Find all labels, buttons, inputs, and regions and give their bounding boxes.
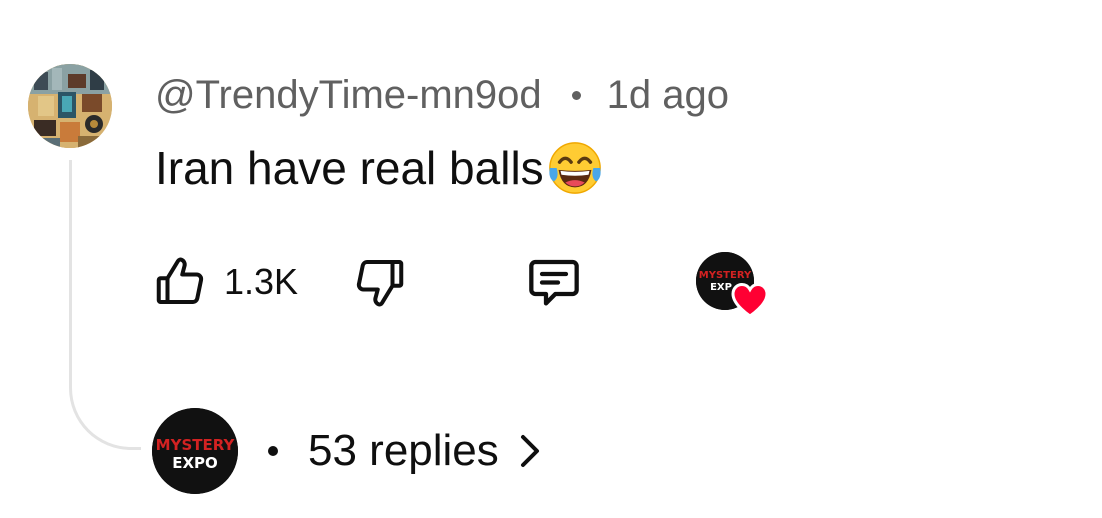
meta-separator-dot — [571, 90, 581, 100]
dislike-button[interactable] — [350, 250, 410, 314]
logo-line1: MYSTERY — [156, 436, 236, 454]
comment-timestamp[interactable]: 1d ago — [607, 73, 729, 118]
creator-heart-badge: MYSTERY EXP — [696, 252, 772, 318]
replies-separator-dot — [268, 446, 278, 456]
reply-button[interactable] — [522, 250, 586, 314]
comment-icon — [529, 259, 579, 306]
thumbs-up-icon — [156, 257, 204, 304]
comment-body: Iran have real balls — [155, 140, 604, 196]
mystery-expo-logo: MYSTERY EXPO — [152, 408, 238, 494]
heart-icon — [731, 282, 769, 318]
face-with-tears-of-joy-icon — [548, 142, 601, 194]
thread-connector-line — [69, 160, 141, 450]
like-button[interactable]: 1.3K — [150, 250, 298, 314]
comment-meta: @TrendyTime-mn9od 1d ago — [155, 72, 729, 118]
comment-author[interactable]: @TrendyTime-mn9od — [155, 73, 542, 118]
creator-avatar: MYSTERY EXPO — [152, 408, 238, 494]
small-logo-line2: EXP — [710, 282, 732, 293]
commenter-avatar-image — [28, 64, 112, 148]
commenter-avatar[interactable] — [28, 64, 112, 148]
replies-count-label: 53 replies — [308, 426, 499, 475]
logo-line2: EXPO — [172, 454, 218, 472]
chevron-right-icon — [520, 435, 539, 467]
view-replies-button[interactable]: MYSTERY EXPO 53 replies — [152, 408, 543, 494]
comment-text: Iran have real balls — [155, 142, 544, 194]
like-count: 1.3K — [224, 261, 299, 302]
thumbs-down-icon — [356, 260, 404, 307]
small-logo-line1: MYSTERY — [699, 270, 752, 281]
